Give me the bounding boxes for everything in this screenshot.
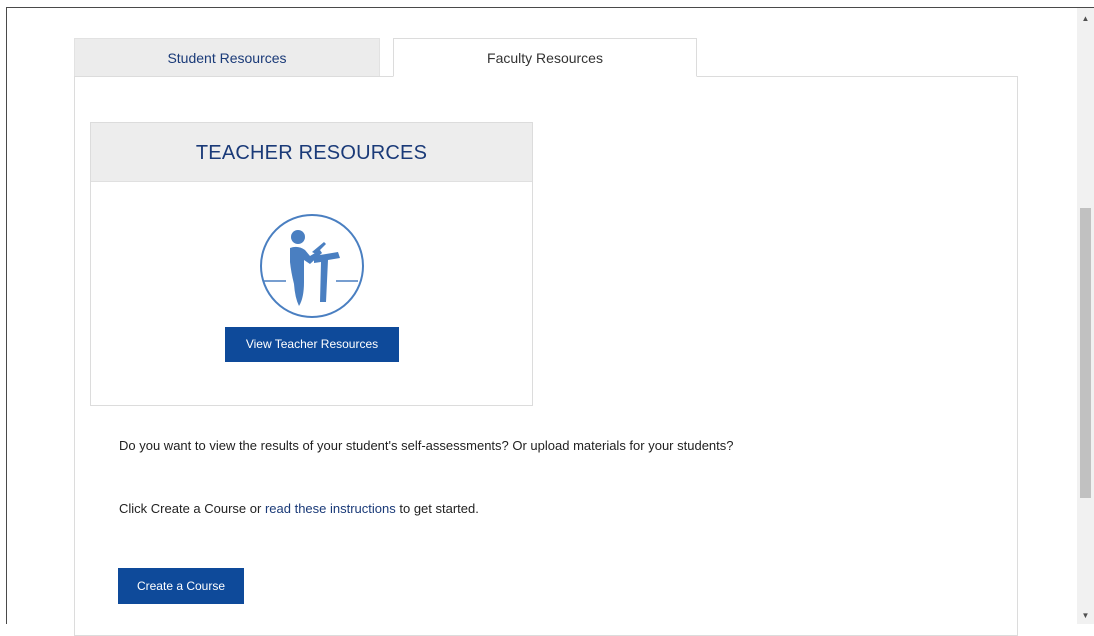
instructions-prefix: Click Create a Course or [119, 501, 265, 516]
scroll-down-arrow-icon[interactable]: ▼ [1077, 607, 1094, 624]
instructions-text: Click Create a Course or read these inst… [119, 501, 479, 516]
teacher-resources-card: TEACHER RESOURCES View Teacher Resources [90, 122, 533, 406]
create-course-button[interactable]: Create a Course [118, 568, 244, 604]
tab-student-resources[interactable]: Student Resources [74, 38, 380, 77]
scroll-thumb[interactable] [1080, 208, 1091, 498]
instructions-suffix: to get started. [395, 501, 479, 516]
tab-faculty-resources[interactable]: Faculty Resources [393, 38, 697, 77]
read-instructions-link[interactable]: read these instructions [265, 501, 396, 516]
scroll-up-arrow-icon[interactable]: ▲ [1077, 10, 1094, 27]
view-teacher-resources-button[interactable]: View Teacher Resources [225, 327, 399, 362]
results-question-text: Do you want to view the results of your … [119, 438, 734, 453]
vertical-scrollbar[interactable]: ▲ ▼ [1077, 8, 1094, 624]
card-title: TEACHER RESOURCES [91, 123, 532, 182]
teacher-at-podium-icon [260, 214, 364, 318]
